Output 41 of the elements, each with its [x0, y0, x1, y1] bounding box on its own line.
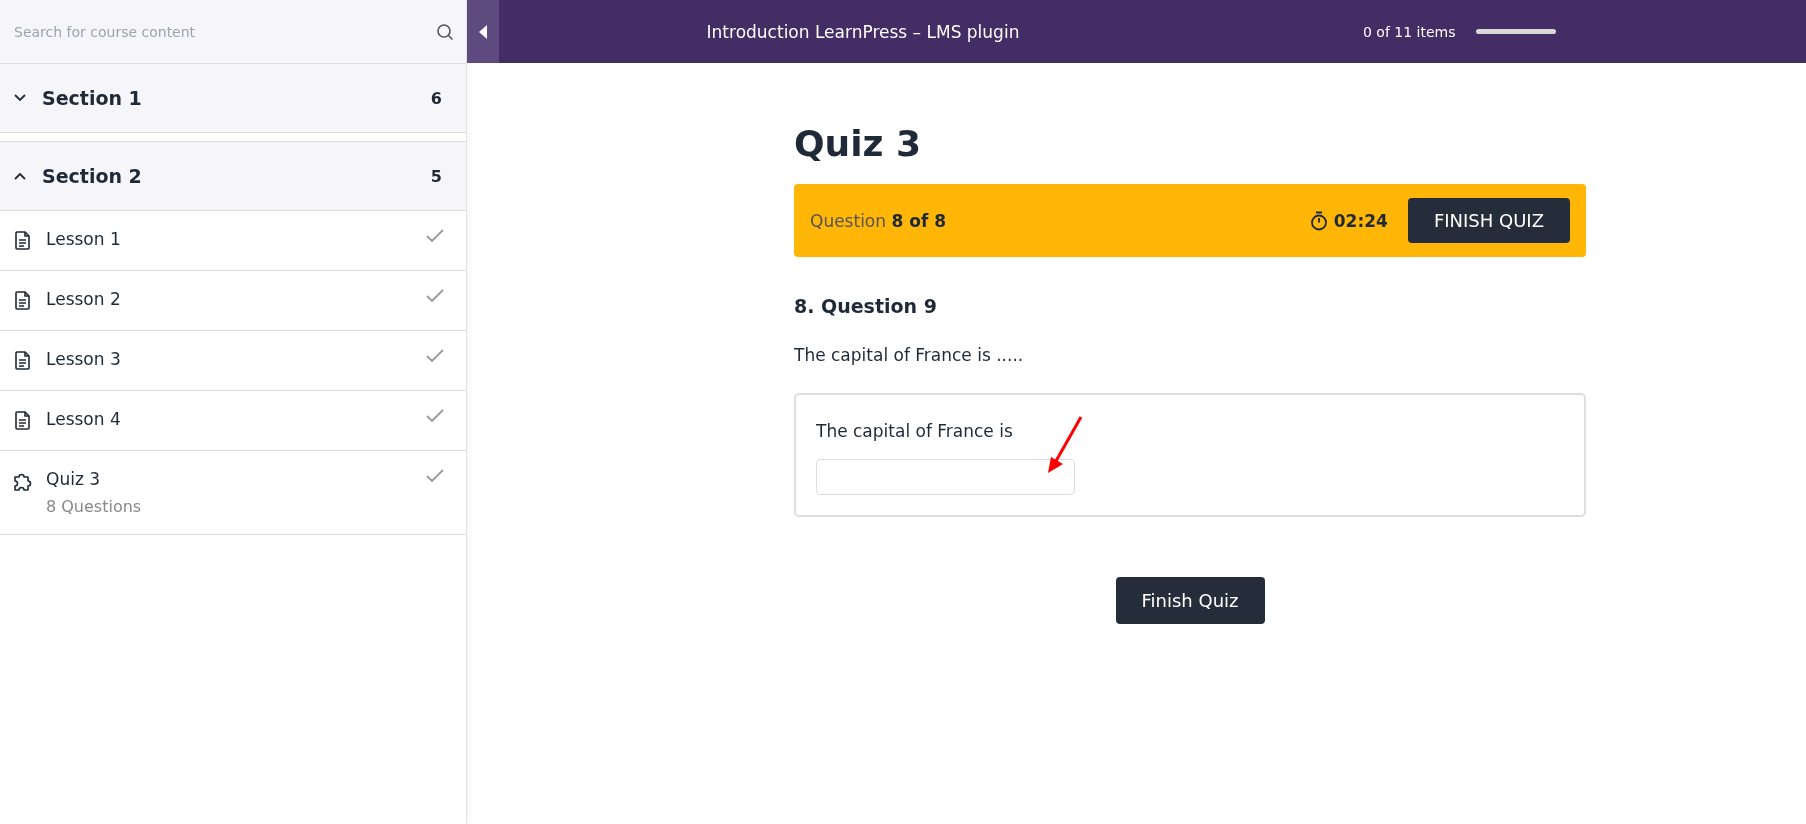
question-title: 8. Question 9: [794, 295, 938, 317]
puzzle-icon: [12, 471, 34, 492]
answer-field[interactable]: [816, 459, 1075, 495]
lesson-item[interactable]: Lesson 2: [0, 271, 466, 331]
item-title: Lesson 3: [46, 349, 122, 369]
item-count: 5: [430, 166, 442, 186]
course-title: Introduction LearnPress – LMS plugin: [705, 21, 1021, 42]
chevron-down-icon: [14, 94, 26, 102]
question-text: The capital of France is .....: [794, 345, 1025, 365]
question-counter: Question 8 of 8: [810, 210, 948, 231]
lesson-item[interactable]: Quiz 3 8 Questions: [0, 451, 466, 535]
document-icon: [15, 411, 31, 430]
finish-quiz-button[interactable]: FINISH QUIZ: [1407, 198, 1570, 243]
quiz-title: Quiz 3: [794, 123, 923, 164]
item-title: Lesson 2: [46, 289, 122, 309]
finish-quiz-button[interactable]: Finish Quiz: [1115, 577, 1265, 624]
document-icon: [15, 291, 31, 310]
timer: 02:24: [1333, 210, 1388, 231]
section-header[interactable]: Section 1 6: [0, 64, 466, 133]
answer-prompt: The capital of France is: [816, 421, 1014, 441]
sidebar-toggle-button[interactable]: [467, 0, 499, 63]
item-title: Quiz 3: [46, 469, 102, 489]
document-icon: [15, 231, 31, 250]
progress-text: 0 of 11 items: [1363, 23, 1456, 40]
section-title: Section 1: [42, 87, 143, 109]
section-title: Section 2: [42, 165, 143, 187]
search-icon[interactable]: [436, 22, 454, 41]
lesson-item[interactable]: Lesson 3: [0, 331, 466, 391]
search-field[interactable]: Search for course content: [12, 22, 428, 41]
chevron-up-icon: [14, 172, 26, 180]
lesson-item[interactable]: Lesson 1: [0, 211, 466, 271]
document-icon: [15, 351, 31, 370]
section-header[interactable]: Section 2 5: [0, 141, 466, 211]
item-count: 6: [430, 88, 442, 108]
item-meta: 8 Questions: [46, 497, 143, 516]
caret-left-icon: [478, 24, 488, 39]
item-title: Lesson 1: [46, 229, 122, 249]
stopwatch-icon: [1309, 210, 1328, 231]
lesson-item[interactable]: Lesson 4: [0, 391, 466, 451]
search-bar[interactable]: Search for course content: [0, 0, 466, 64]
item-title: Lesson 4: [46, 409, 122, 429]
